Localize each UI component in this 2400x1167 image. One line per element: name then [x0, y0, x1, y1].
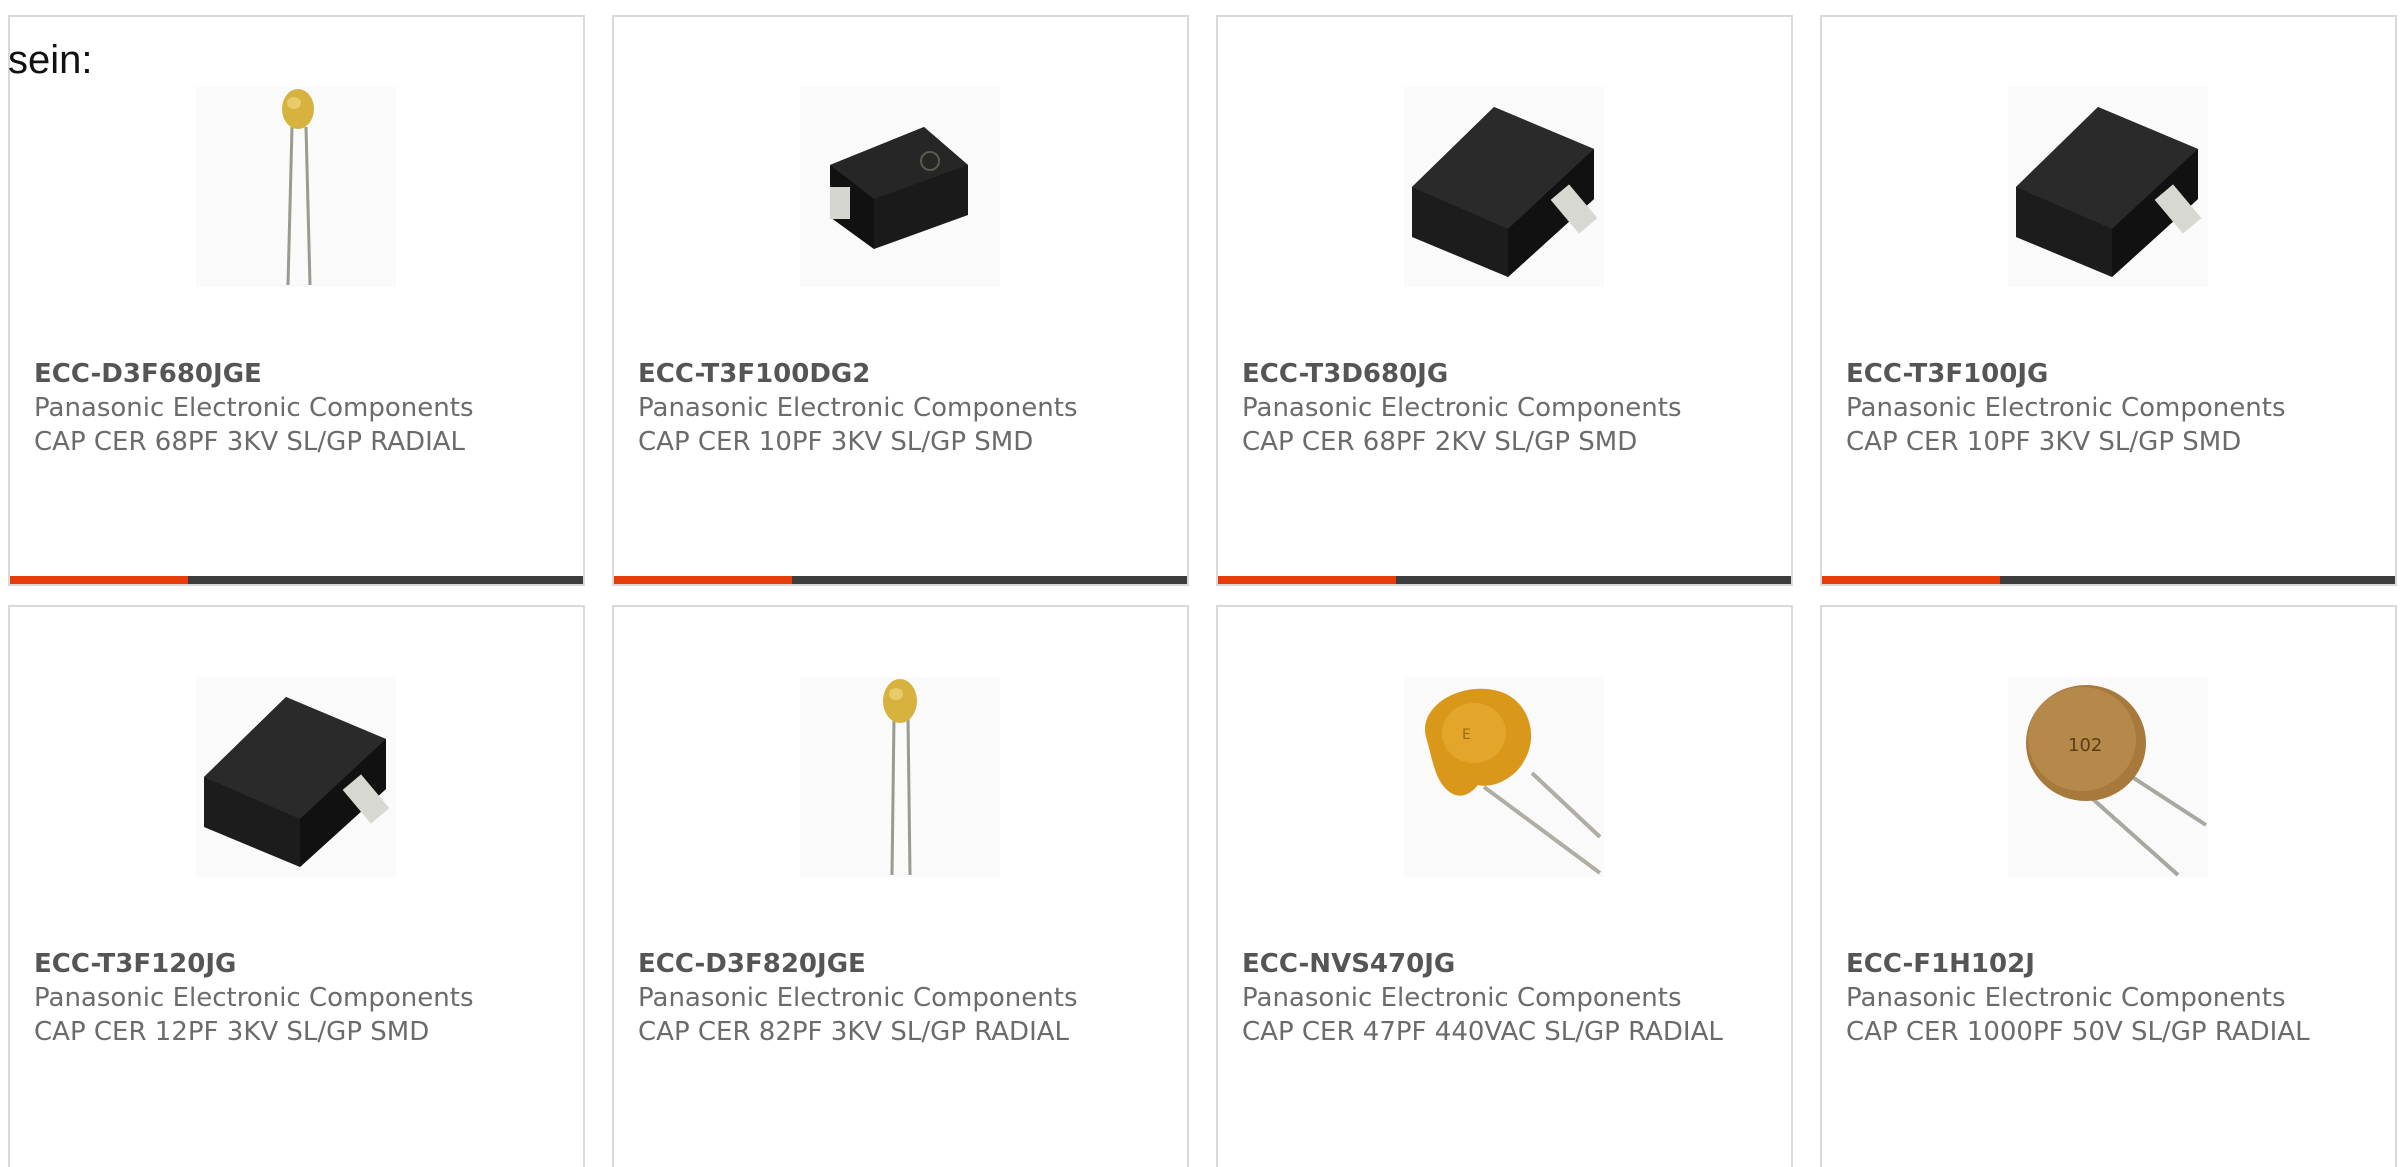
part-number-link[interactable]: ECC-T3F120JG — [34, 947, 554, 981]
smd-capacitor-icon[interactable] — [196, 677, 396, 877]
product-grid-page: sein: ECC-D3F680JGE Panasonic Electronic… — [0, 0, 2400, 1167]
part-number-link[interactable]: ECC-D3F820JGE — [638, 947, 1158, 981]
progress-bar — [10, 576, 583, 584]
smd-capacitor-icon[interactable] — [2008, 87, 2208, 287]
manufacturer-label: Panasonic Electronic Components — [34, 393, 474, 423]
manufacturer-label: Panasonic Electronic Components — [1846, 393, 2286, 423]
orange-disc-capacitor-icon[interactable]: E — [1404, 677, 1604, 877]
manufacturer-label: Panasonic Electronic Components — [638, 983, 1078, 1013]
manufacturer-label: Panasonic Electronic Components — [1242, 983, 1682, 1013]
product-info: ECC-F1H102J Panasonic Electronic Compone… — [1846, 947, 2366, 1049]
part-number-link[interactable]: ECC-D3F680JGE — [34, 357, 554, 391]
progress-fill — [1218, 576, 1396, 584]
description-label: CAP CER 12PF 3KV SL/GP SMD — [34, 1017, 430, 1047]
manufacturer-label: Panasonic Electronic Components — [638, 393, 1078, 423]
progress-bar — [1218, 576, 1791, 584]
product-info: ECC-D3F680JGE Panasonic Electronic Compo… — [34, 357, 554, 459]
progress-bar — [614, 576, 1187, 584]
progress-fill — [614, 576, 792, 584]
brown-disc-capacitor-icon[interactable]: 102 — [2008, 677, 2208, 877]
part-number-link[interactable]: ECC-F1H102J — [1846, 947, 2366, 981]
part-number-link[interactable]: ECC-T3F100DG2 — [638, 357, 1158, 391]
description-label: CAP CER 10PF 3KV SL/GP SMD — [1846, 427, 2242, 457]
part-number-link[interactable]: ECC-T3D680JG — [1242, 357, 1762, 391]
description-label: CAP CER 68PF 2KV SL/GP SMD — [1242, 427, 1638, 457]
description-label: CAP CER 1000PF 50V SL/GP RADIAL — [1846, 1017, 2310, 1047]
product-card[interactable]: ECC-T3F100JG Panasonic Electronic Compon… — [1820, 15, 2397, 586]
product-info: ECC-NVS470JG Panasonic Electronic Compon… — [1242, 947, 1762, 1049]
description-label: CAP CER 82PF 3KV SL/GP RADIAL — [638, 1017, 1070, 1047]
description-label: CAP CER 68PF 3KV SL/GP RADIAL — [34, 427, 466, 457]
part-number-link[interactable]: ECC-NVS470JG — [1242, 947, 1762, 981]
product-card[interactable]: ECC-T3D680JG Panasonic Electronic Compon… — [1216, 15, 1793, 586]
manufacturer-label: Panasonic Electronic Components — [1242, 393, 1682, 423]
svg-text:E: E — [1462, 727, 1471, 743]
smd-capacitor-icon[interactable] — [800, 87, 1000, 287]
lead-text: sein: — [8, 38, 93, 82]
part-number-link[interactable]: ECC-T3F100JG — [1846, 357, 2366, 391]
product-info: ECC-T3F100JG Panasonic Electronic Compon… — [1846, 357, 2366, 459]
progress-fill — [1822, 576, 2000, 584]
manufacturer-label: Panasonic Electronic Components — [34, 983, 474, 1013]
product-card[interactable]: ECC-D3F680JGE Panasonic Electronic Compo… — [8, 15, 585, 586]
product-card[interactable]: 102 ECC-F1H102J Panasonic Electronic Com… — [1820, 605, 2397, 1167]
product-info: ECC-T3F120JG Panasonic Electronic Compon… — [34, 947, 554, 1049]
product-info: ECC-T3D680JG Panasonic Electronic Compon… — [1242, 357, 1762, 459]
description-label: CAP CER 47PF 440VAC SL/GP RADIAL — [1242, 1017, 1723, 1047]
product-card[interactable]: ECC-T3F120JG Panasonic Electronic Compon… — [8, 605, 585, 1167]
radial-disc-capacitor-icon[interactable] — [196, 87, 396, 287]
manufacturer-label: Panasonic Electronic Components — [1846, 983, 2286, 1013]
svg-text:102: 102 — [2068, 735, 2102, 756]
product-card[interactable]: E ECC-NVS470JG Panasonic Electronic Comp… — [1216, 605, 1793, 1167]
description-label: CAP CER 10PF 3KV SL/GP SMD — [638, 427, 1034, 457]
progress-bar — [1822, 576, 2395, 584]
radial-disc-capacitor-icon[interactable] — [800, 677, 1000, 877]
smd-capacitor-icon[interactable] — [1404, 87, 1604, 287]
product-card[interactable]: ECC-D3F820JGE Panasonic Electronic Compo… — [612, 605, 1189, 1167]
product-card[interactable]: ECC-T3F100DG2 Panasonic Electronic Compo… — [612, 15, 1189, 586]
product-info: ECC-D3F820JGE Panasonic Electronic Compo… — [638, 947, 1158, 1049]
progress-fill — [10, 576, 188, 584]
product-info: ECC-T3F100DG2 Panasonic Electronic Compo… — [638, 357, 1158, 459]
